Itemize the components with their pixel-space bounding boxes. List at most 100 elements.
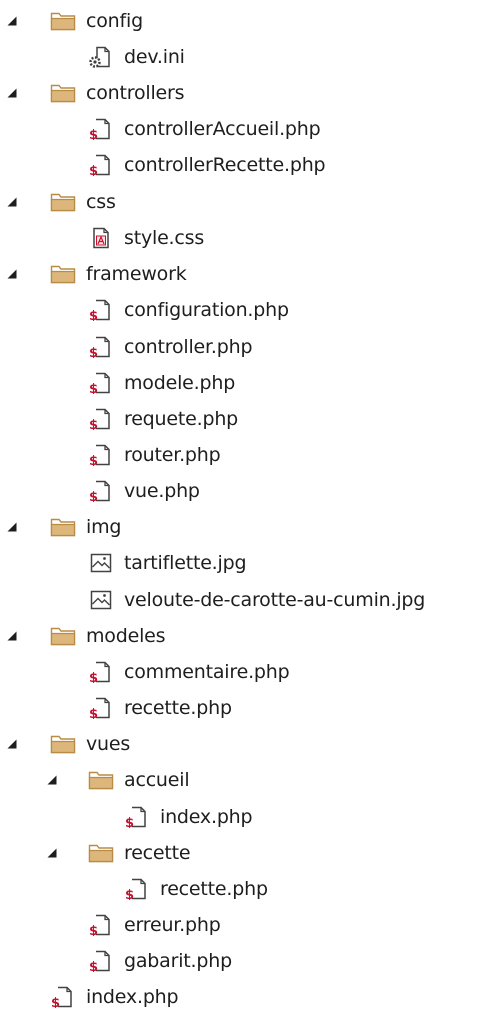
tree-folder-config[interactable]: config [0, 3, 143, 39]
tree-folder-controllers[interactable]: controllers [0, 75, 185, 111]
php-file-icon: $ [88, 408, 114, 430]
tree-folder-vues[interactable]: vues [0, 726, 130, 762]
php-file-icon: $ [88, 950, 114, 972]
php-file-icon: $ [88, 372, 114, 394]
svg-text:$: $ [89, 418, 98, 430]
svg-text:$: $ [89, 924, 98, 936]
tree-folder-framework[interactable]: framework [0, 256, 187, 292]
expanded-arrow-icon[interactable] [6, 15, 18, 27]
php-file-icon: $ [88, 914, 114, 936]
svg-text:$: $ [89, 309, 98, 321]
svg-text:$: $ [89, 128, 98, 140]
tree-file-modele[interactable]: $ modele.php [0, 365, 235, 401]
tree-item-label: gabarit.php [124, 950, 232, 972]
tree-folder-accueil[interactable]: accueil [0, 762, 190, 798]
tree-file-configuration[interactable]: $ configuration.php [0, 292, 289, 328]
expanded-arrow-icon[interactable] [46, 847, 58, 859]
expanded-arrow-icon[interactable] [46, 774, 58, 786]
tree-file-erreur[interactable]: $ erreur.php [0, 907, 221, 943]
php-file-icon: $ [88, 154, 114, 176]
tree-item-label: erreur.php [124, 914, 221, 936]
tree-item-label: config [86, 10, 143, 32]
tree-file-gabarit[interactable]: $ gabarit.php [0, 943, 232, 979]
tree-item-label: veloute-de-carotte-au-cumin.jpg [124, 589, 426, 611]
svg-text:$: $ [89, 960, 98, 972]
tree-file-controlleraccueil[interactable]: $ controllerAccueil.php [0, 111, 321, 147]
tree-file-requete[interactable]: $ requete.php [0, 401, 238, 437]
tree-file-veloute[interactable]: veloute-de-carotte-au-cumin.jpg [0, 582, 425, 618]
image-file-icon [88, 589, 114, 611]
expanded-arrow-icon[interactable] [6, 521, 18, 533]
tree-item-label: modele.php [124, 372, 236, 394]
tree-file-router[interactable]: $ router.php [0, 437, 221, 473]
tree-folder-modeles[interactable]: modeles [0, 618, 166, 654]
svg-text:$: $ [125, 888, 134, 900]
folder-icon [88, 842, 114, 864]
css-file-icon [88, 227, 114, 249]
svg-text:$: $ [89, 671, 98, 683]
tree-item-label: recette.php [124, 697, 232, 719]
folder-icon [88, 769, 114, 791]
php-file-icon: $ [124, 878, 150, 900]
expanded-arrow-icon[interactable] [6, 87, 18, 99]
expanded-arrow-icon[interactable] [6, 738, 18, 750]
expanded-arrow-icon[interactable] [6, 268, 18, 280]
svg-text:$: $ [89, 164, 98, 176]
tree-file-recette-view[interactable]: $ recette.php [0, 871, 268, 907]
tree-item-label: tartiflette.jpg [124, 552, 247, 574]
folder-icon [50, 263, 76, 285]
svg-text:$: $ [89, 454, 98, 466]
tree-file-dev-ini[interactable]: dev.ini [0, 39, 185, 75]
tree-file-recette-model[interactable]: $ recette.php [0, 690, 232, 726]
tree-folder-recette[interactable]: recette [0, 835, 191, 871]
tree-file-controller[interactable]: $ controller.php [0, 329, 253, 365]
expanded-arrow-icon[interactable] [6, 196, 18, 208]
expanded-arrow-icon[interactable] [6, 630, 18, 642]
config-file-icon [88, 46, 114, 68]
tree-file-commentaire[interactable]: $ commentaire.php [0, 654, 290, 690]
tree-item-label: controllers [86, 82, 185, 104]
tree-item-label: controllerRecette.php [124, 154, 326, 176]
tree-item-label: configuration.php [124, 299, 289, 321]
tree-folder-css[interactable]: css [0, 184, 116, 220]
folder-icon [50, 82, 76, 104]
tree-file-style-css[interactable]: style.css [0, 220, 204, 256]
tree-item-label: requete.php [124, 408, 239, 430]
tree-item-label: accueil [124, 769, 190, 791]
tree-item-label: recette [124, 842, 191, 864]
folder-icon [50, 733, 76, 755]
tree-file-accueil-index[interactable]: $ index.php [0, 799, 253, 835]
folder-icon [50, 191, 76, 213]
php-file-icon: $ [88, 299, 114, 321]
tree-item-label: vues [86, 733, 131, 755]
php-file-icon: $ [88, 697, 114, 719]
tree-item-label: router.php [124, 444, 221, 466]
tree-file-root-index[interactable]: $ index.php [0, 979, 179, 1015]
tree-file-controllerrecette[interactable]: $ controllerRecette.php [0, 147, 326, 183]
svg-text:$: $ [89, 346, 98, 358]
tree-file-vue[interactable]: $ vue.php [0, 473, 200, 509]
svg-text:$: $ [125, 816, 134, 828]
php-file-icon: $ [88, 661, 114, 683]
tree-item-label: vue.php [124, 480, 200, 502]
tree-item-label: commentaire.php [124, 661, 290, 683]
php-file-icon: $ [50, 986, 76, 1008]
tree-file-tartiflette[interactable]: tartiflette.jpg [0, 545, 247, 581]
tree-item-label: controller.php [124, 336, 253, 358]
php-file-icon: $ [88, 480, 114, 502]
svg-text:$: $ [51, 996, 60, 1008]
tree-item-label: index.php [160, 806, 253, 828]
folder-icon [50, 516, 76, 538]
folder-icon [50, 10, 76, 32]
tree-item-label: index.php [86, 986, 179, 1008]
folder-icon [50, 625, 76, 647]
svg-text:$: $ [89, 707, 98, 719]
tree-folder-img[interactable]: img [0, 509, 121, 545]
php-file-icon: $ [124, 806, 150, 828]
tree-item-label: modeles [86, 625, 166, 647]
tree-item-label: controllerAccueil.php [124, 118, 321, 140]
php-file-icon: $ [88, 336, 114, 358]
tree-item-label: dev.ini [124, 46, 185, 68]
tree-item-label: recette.php [160, 878, 268, 900]
tree-item-label: css [86, 191, 116, 213]
